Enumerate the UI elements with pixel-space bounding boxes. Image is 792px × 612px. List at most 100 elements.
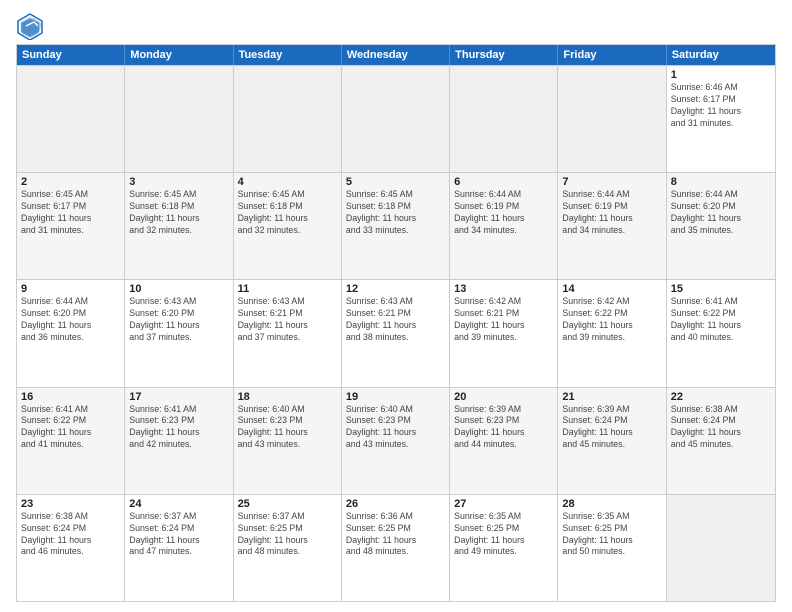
day-info: Sunrise: 6:44 AM Sunset: 6:19 PM Dayligh… bbox=[562, 189, 661, 237]
calendar-cell: 6Sunrise: 6:44 AM Sunset: 6:19 PM Daylig… bbox=[450, 173, 558, 279]
day-info: Sunrise: 6:44 AM Sunset: 6:20 PM Dayligh… bbox=[21, 296, 120, 344]
calendar-cell: 16Sunrise: 6:41 AM Sunset: 6:22 PM Dayli… bbox=[17, 388, 125, 494]
day-number: 21 bbox=[562, 391, 661, 403]
calendar-cell: 21Sunrise: 6:39 AM Sunset: 6:24 PM Dayli… bbox=[558, 388, 666, 494]
day-number: 15 bbox=[671, 283, 771, 295]
day-number: 13 bbox=[454, 283, 553, 295]
day-number: 23 bbox=[21, 498, 120, 510]
day-number: 2 bbox=[21, 176, 120, 188]
day-info: Sunrise: 6:35 AM Sunset: 6:25 PM Dayligh… bbox=[454, 511, 553, 559]
logo bbox=[16, 12, 48, 40]
weekday-header: Saturday bbox=[667, 45, 775, 65]
day-info: Sunrise: 6:35 AM Sunset: 6:25 PM Dayligh… bbox=[562, 511, 661, 559]
day-info: Sunrise: 6:45 AM Sunset: 6:18 PM Dayligh… bbox=[129, 189, 228, 237]
day-number: 12 bbox=[346, 283, 445, 295]
day-info: Sunrise: 6:41 AM Sunset: 6:23 PM Dayligh… bbox=[129, 404, 228, 452]
calendar-cell: 13Sunrise: 6:42 AM Sunset: 6:21 PM Dayli… bbox=[450, 280, 558, 386]
day-info: Sunrise: 6:41 AM Sunset: 6:22 PM Dayligh… bbox=[21, 404, 120, 452]
day-number: 26 bbox=[346, 498, 445, 510]
day-number: 1 bbox=[671, 69, 771, 81]
day-info: Sunrise: 6:39 AM Sunset: 6:23 PM Dayligh… bbox=[454, 404, 553, 452]
day-info: Sunrise: 6:42 AM Sunset: 6:21 PM Dayligh… bbox=[454, 296, 553, 344]
day-number: 11 bbox=[238, 283, 337, 295]
day-info: Sunrise: 6:45 AM Sunset: 6:18 PM Dayligh… bbox=[346, 189, 445, 237]
calendar: SundayMondayTuesdayWednesdayThursdayFrid… bbox=[16, 44, 776, 602]
day-number: 10 bbox=[129, 283, 228, 295]
day-info: Sunrise: 6:43 AM Sunset: 6:21 PM Dayligh… bbox=[346, 296, 445, 344]
calendar-cell: 17Sunrise: 6:41 AM Sunset: 6:23 PM Dayli… bbox=[125, 388, 233, 494]
calendar-cell: 27Sunrise: 6:35 AM Sunset: 6:25 PM Dayli… bbox=[450, 495, 558, 601]
weekday-header: Wednesday bbox=[342, 45, 450, 65]
calendar-cell: 5Sunrise: 6:45 AM Sunset: 6:18 PM Daylig… bbox=[342, 173, 450, 279]
calendar-cell: 2Sunrise: 6:45 AM Sunset: 6:17 PM Daylig… bbox=[17, 173, 125, 279]
calendar-cell bbox=[342, 66, 450, 172]
day-info: Sunrise: 6:40 AM Sunset: 6:23 PM Dayligh… bbox=[238, 404, 337, 452]
day-number: 5 bbox=[346, 176, 445, 188]
day-number: 7 bbox=[562, 176, 661, 188]
calendar-cell: 25Sunrise: 6:37 AM Sunset: 6:25 PM Dayli… bbox=[234, 495, 342, 601]
day-info: Sunrise: 6:38 AM Sunset: 6:24 PM Dayligh… bbox=[671, 404, 771, 452]
day-number: 17 bbox=[129, 391, 228, 403]
day-number: 16 bbox=[21, 391, 120, 403]
calendar-cell: 22Sunrise: 6:38 AM Sunset: 6:24 PM Dayli… bbox=[667, 388, 775, 494]
weekday-header: Sunday bbox=[17, 45, 125, 65]
calendar-cell: 1Sunrise: 6:46 AM Sunset: 6:17 PM Daylig… bbox=[667, 66, 775, 172]
header bbox=[16, 12, 776, 40]
calendar-cell: 8Sunrise: 6:44 AM Sunset: 6:20 PM Daylig… bbox=[667, 173, 775, 279]
day-info: Sunrise: 6:46 AM Sunset: 6:17 PM Dayligh… bbox=[671, 82, 771, 130]
calendar-cell: 10Sunrise: 6:43 AM Sunset: 6:20 PM Dayli… bbox=[125, 280, 233, 386]
day-info: Sunrise: 6:38 AM Sunset: 6:24 PM Dayligh… bbox=[21, 511, 120, 559]
calendar-cell bbox=[234, 66, 342, 172]
weekday-header: Friday bbox=[558, 45, 666, 65]
day-info: Sunrise: 6:43 AM Sunset: 6:20 PM Dayligh… bbox=[129, 296, 228, 344]
day-info: Sunrise: 6:40 AM Sunset: 6:23 PM Dayligh… bbox=[346, 404, 445, 452]
weekday-header: Tuesday bbox=[234, 45, 342, 65]
day-info: Sunrise: 6:45 AM Sunset: 6:17 PM Dayligh… bbox=[21, 189, 120, 237]
calendar-cell: 26Sunrise: 6:36 AM Sunset: 6:25 PM Dayli… bbox=[342, 495, 450, 601]
day-info: Sunrise: 6:43 AM Sunset: 6:21 PM Dayligh… bbox=[238, 296, 337, 344]
day-info: Sunrise: 6:41 AM Sunset: 6:22 PM Dayligh… bbox=[671, 296, 771, 344]
calendar-cell: 20Sunrise: 6:39 AM Sunset: 6:23 PM Dayli… bbox=[450, 388, 558, 494]
calendar-cell: 12Sunrise: 6:43 AM Sunset: 6:21 PM Dayli… bbox=[342, 280, 450, 386]
day-info: Sunrise: 6:45 AM Sunset: 6:18 PM Dayligh… bbox=[238, 189, 337, 237]
calendar-cell bbox=[558, 66, 666, 172]
calendar-cell: 19Sunrise: 6:40 AM Sunset: 6:23 PM Dayli… bbox=[342, 388, 450, 494]
day-number: 22 bbox=[671, 391, 771, 403]
day-info: Sunrise: 6:37 AM Sunset: 6:24 PM Dayligh… bbox=[129, 511, 228, 559]
calendar-cell: 28Sunrise: 6:35 AM Sunset: 6:25 PM Dayli… bbox=[558, 495, 666, 601]
calendar-cell: 23Sunrise: 6:38 AM Sunset: 6:24 PM Dayli… bbox=[17, 495, 125, 601]
weekday-header: Monday bbox=[125, 45, 233, 65]
day-number: 19 bbox=[346, 391, 445, 403]
calendar-cell: 14Sunrise: 6:42 AM Sunset: 6:22 PM Dayli… bbox=[558, 280, 666, 386]
day-info: Sunrise: 6:42 AM Sunset: 6:22 PM Dayligh… bbox=[562, 296, 661, 344]
calendar-cell bbox=[667, 495, 775, 601]
day-number: 20 bbox=[454, 391, 553, 403]
day-number: 3 bbox=[129, 176, 228, 188]
day-info: Sunrise: 6:44 AM Sunset: 6:20 PM Dayligh… bbox=[671, 189, 771, 237]
calendar-cell: 24Sunrise: 6:37 AM Sunset: 6:24 PM Dayli… bbox=[125, 495, 233, 601]
calendar-cell: 4Sunrise: 6:45 AM Sunset: 6:18 PM Daylig… bbox=[234, 173, 342, 279]
calendar-cell: 7Sunrise: 6:44 AM Sunset: 6:19 PM Daylig… bbox=[558, 173, 666, 279]
page: SundayMondayTuesdayWednesdayThursdayFrid… bbox=[0, 0, 792, 612]
day-number: 18 bbox=[238, 391, 337, 403]
logo-icon bbox=[16, 12, 44, 40]
calendar-row: 2Sunrise: 6:45 AM Sunset: 6:17 PM Daylig… bbox=[17, 172, 775, 279]
day-number: 25 bbox=[238, 498, 337, 510]
calendar-cell: 9Sunrise: 6:44 AM Sunset: 6:20 PM Daylig… bbox=[17, 280, 125, 386]
day-number: 8 bbox=[671, 176, 771, 188]
day-number: 14 bbox=[562, 283, 661, 295]
calendar-cell bbox=[125, 66, 233, 172]
calendar-row: 23Sunrise: 6:38 AM Sunset: 6:24 PM Dayli… bbox=[17, 494, 775, 601]
calendar-cell bbox=[450, 66, 558, 172]
calendar-cell: 15Sunrise: 6:41 AM Sunset: 6:22 PM Dayli… bbox=[667, 280, 775, 386]
calendar-row: 9Sunrise: 6:44 AM Sunset: 6:20 PM Daylig… bbox=[17, 279, 775, 386]
calendar-cell: 11Sunrise: 6:43 AM Sunset: 6:21 PM Dayli… bbox=[234, 280, 342, 386]
day-number: 4 bbox=[238, 176, 337, 188]
day-number: 24 bbox=[129, 498, 228, 510]
weekday-header: Thursday bbox=[450, 45, 558, 65]
calendar-row: 16Sunrise: 6:41 AM Sunset: 6:22 PM Dayli… bbox=[17, 387, 775, 494]
calendar-cell: 3Sunrise: 6:45 AM Sunset: 6:18 PM Daylig… bbox=[125, 173, 233, 279]
day-info: Sunrise: 6:44 AM Sunset: 6:19 PM Dayligh… bbox=[454, 189, 553, 237]
day-info: Sunrise: 6:37 AM Sunset: 6:25 PM Dayligh… bbox=[238, 511, 337, 559]
day-number: 6 bbox=[454, 176, 553, 188]
